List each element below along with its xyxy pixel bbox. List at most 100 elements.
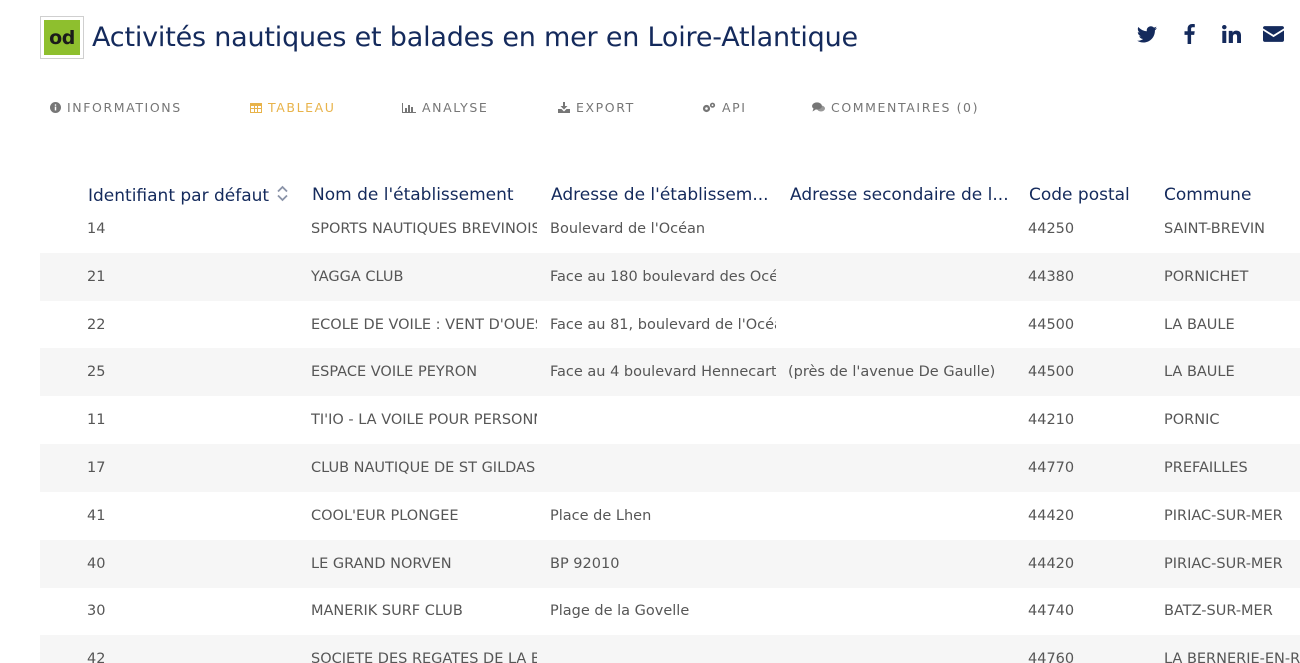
tab-export[interactable]: EXPORT	[558, 100, 635, 115]
cell-code-postal: 44380	[1028, 268, 1075, 285]
cell-code-postal: 44500	[1028, 364, 1075, 381]
cell-code-postal: 44210	[1028, 412, 1075, 429]
cell-adresse: Face au 180 boulevard des Océans	[550, 268, 776, 285]
cell-identifiant: 30	[87, 603, 106, 620]
cell-commune: LA BAULE	[1164, 364, 1235, 381]
tab-label: ANALYSE	[422, 100, 489, 115]
cell-code-postal: 44420	[1028, 555, 1075, 572]
cell-identifiant: 21	[87, 268, 106, 285]
cell-commune: PORNIC	[1164, 412, 1220, 429]
dataset-tabs: INFORMATIONS TABLEAU ANALYSE EXPORT API …	[0, 96, 1300, 122]
bar-chart-icon	[402, 102, 416, 113]
cell-code-postal: 44500	[1028, 316, 1075, 333]
table-row[interactable]: 41 COOL'EUR PLONGEE Place de Lhen 44420 PIRI…	[40, 492, 1300, 540]
cell-nom: LE GRAND NORVEN	[311, 555, 452, 572]
column-header-adresse-secondaire[interactable]: Adresse secondaire de l...	[790, 185, 1020, 205]
table-row[interactable]: 25 ESPACE VOILE PEYRON Face au 4 boulevard…	[40, 348, 1300, 397]
cell-adresse: Plage de la Govelle	[550, 603, 690, 620]
column-header-commune[interactable]: Commune	[1164, 185, 1300, 205]
table-row[interactable]: 30 MANERIK SURF CLUB Plage de la Govelle 44…	[40, 587, 1300, 635]
page-title: Activités nautiques et balades en mer en…	[92, 22, 858, 53]
column-header-label: Identifiant par défaut	[88, 186, 270, 206]
table-icon	[250, 102, 262, 113]
email-icon[interactable]	[1262, 22, 1284, 46]
logo-text: od	[44, 20, 80, 55]
cell-identifiant: 41	[87, 507, 106, 524]
cell-adresse-secondaire	[788, 540, 1014, 588]
tab-label: TABLEAU	[268, 100, 336, 115]
opendata-logo[interactable]: od	[40, 16, 84, 59]
tab-analyse[interactable]: ANALYSE	[402, 100, 488, 115]
cell-nom: MANERIK SURF CLUB	[311, 603, 463, 620]
column-header-code-postal[interactable]: Code postal	[1029, 185, 1155, 205]
cell-nom: SOCIETE DES REGATES DE LA BERNERIE	[311, 651, 537, 663]
cell-code-postal: 44770	[1028, 460, 1075, 476]
cell-adresse	[550, 635, 776, 663]
tab-label: COMMENTAIRES (0)	[831, 100, 980, 115]
cell-identifiant: 11	[87, 412, 106, 429]
cell-nom: TI'IO - LA VOILE POUR PERSONNES	[311, 412, 537, 429]
cell-adresse-secondaire	[788, 635, 1014, 663]
comments-icon	[812, 102, 825, 112]
cell-adresse-secondaire	[788, 587, 1014, 635]
cell-adresse-secondaire	[788, 253, 1014, 301]
table-row[interactable]: 40 LE GRAND NORVEN BP 92010 44420 PIRIAC-SUR…	[40, 539, 1300, 588]
twitter-icon[interactable]	[1136, 22, 1158, 46]
cell-adresse: BP 92010	[550, 555, 620, 572]
cell-nom: ESPACE VOILE PEYRON	[311, 364, 478, 381]
cell-commune: PREFAILLES	[1164, 460, 1248, 476]
cell-adresse-secondaire	[788, 396, 1014, 444]
cell-commune: LA BERNERIE-EN-RETZ	[1164, 651, 1300, 663]
sort-icon[interactable]	[277, 185, 288, 207]
cell-nom: CLUB NAUTIQUE DE ST GILDAS	[311, 460, 536, 476]
cell-code-postal: 44740	[1028, 603, 1075, 620]
cell-identifiant: 42	[87, 651, 106, 663]
cell-nom: COOL'EUR PLONGEE	[311, 507, 459, 524]
tab-informations[interactable]: INFORMATIONS	[50, 100, 182, 115]
table-header: Identifiant par défaut Nom de l'établiss…	[40, 168, 1300, 218]
table-row[interactable]: 42 SOCIETE DES REGATES DE LA BERNERIE 4476…	[40, 635, 1300, 663]
table-row[interactable]: 21 YAGGA CLUB Face au 180 boulevard des Oc…	[40, 252, 1300, 301]
table-body: 14 SPORTS NAUTIQUES BREVINOIS Boulevard de…	[40, 206, 1300, 663]
cell-adresse: Place de Lhen	[550, 507, 652, 524]
cell-commune: BATZ-SUR-MER	[1164, 603, 1273, 620]
cogs-icon	[702, 102, 716, 113]
column-header-adresse[interactable]: Adresse de l'établissem...	[551, 185, 781, 205]
tab-tableau[interactable]: TABLEAU	[250, 100, 336, 115]
table-row[interactable]: 17 CLUB NAUTIQUE DE ST GILDAS 44770 PREFAIL…	[40, 444, 1300, 492]
page-header: od Activités nautiques et balades en mer…	[0, 0, 1300, 80]
cell-commune: LA BAULE	[1164, 316, 1235, 333]
linkedin-icon[interactable]	[1220, 22, 1242, 46]
cell-code-postal: 44760	[1028, 651, 1075, 663]
cell-commune: PIRIAC-SUR-MER	[1164, 555, 1283, 572]
cell-adresse-secondaire: (près de l'avenue De Gaulle)	[788, 364, 996, 381]
tab-label: INFORMATIONS	[67, 100, 182, 115]
cell-identifiant: 25	[87, 364, 106, 381]
cell-code-postal: 44420	[1028, 507, 1075, 524]
cell-adresse-secondaire	[788, 444, 1014, 492]
table-row[interactable]: 22 ECOLE DE VOILE : VENT D'OUEST Face au 8…	[40, 301, 1300, 349]
table-row[interactable]: 11 TI'IO - LA VOILE POUR PERSONNES 44210 PO…	[40, 396, 1300, 444]
cell-adresse: Face au 81, boulevard de l'Océan	[550, 316, 776, 333]
cell-commune: PIRIAC-SUR-MER	[1164, 507, 1283, 524]
cell-adresse	[550, 444, 776, 492]
tab-label: API	[722, 100, 747, 115]
cell-adresse	[550, 396, 776, 444]
cell-adresse-secondaire	[788, 492, 1014, 540]
tab-label: EXPORT	[576, 100, 635, 115]
tab-api[interactable]: API	[702, 100, 747, 115]
cell-commune: PORNICHET	[1164, 268, 1249, 285]
cell-identifiant: 22	[87, 316, 106, 333]
cell-adresse: Face au 4 boulevard Hennecart	[550, 364, 776, 381]
cell-adresse-secondaire	[788, 301, 1014, 349]
facebook-icon[interactable]	[1178, 22, 1200, 46]
info-icon	[50, 102, 61, 113]
column-header-nom[interactable]: Nom de l'établissement	[312, 185, 542, 205]
download-icon	[558, 102, 570, 113]
cell-nom: YAGGA CLUB	[311, 268, 404, 285]
cell-nom: ECOLE DE VOILE : VENT D'OUEST	[311, 316, 537, 333]
tab-commentaires[interactable]: COMMENTAIRES (0)	[812, 100, 979, 115]
social-share-bar	[1136, 22, 1284, 46]
column-header-identifiant[interactable]: Identifiant par défaut	[88, 185, 304, 207]
cell-identifiant: 40	[87, 555, 106, 572]
